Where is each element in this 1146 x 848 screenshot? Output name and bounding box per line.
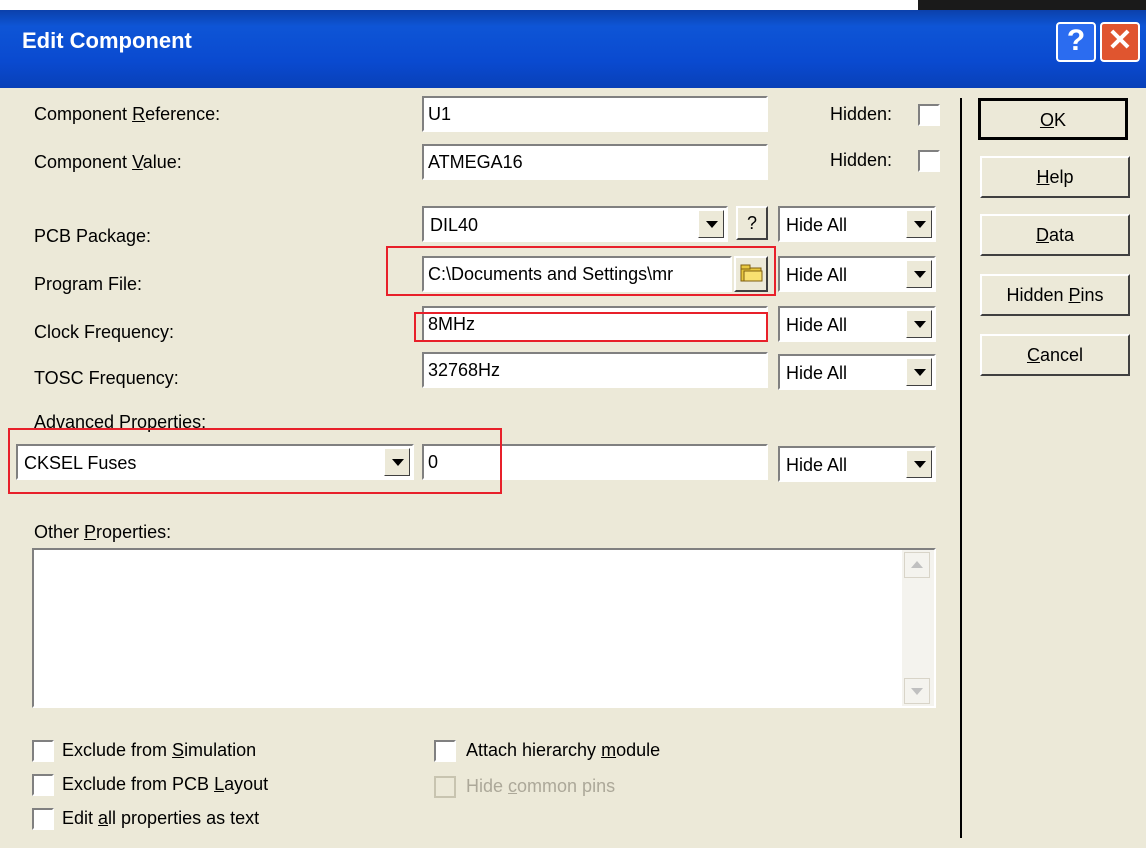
component-reference-input[interactable]: U1 xyxy=(422,96,768,132)
exclude-pcb-layout-label: Exclude from PCB Layout xyxy=(62,774,269,794)
textarea-scrollbar[interactable] xyxy=(902,550,934,706)
reference-hidden-checkbox[interactable] xyxy=(918,104,940,126)
component-value-input[interactable]: ATMEGA16 xyxy=(422,144,768,180)
exclude-pcb-layout-checkbox[interactable] xyxy=(32,774,54,796)
visibility-value: Hide All xyxy=(786,455,848,475)
window-title: Edit Component xyxy=(22,28,192,53)
data-button[interactable]: Data xyxy=(980,214,1130,256)
hide-common-pins-label: Hide common pins xyxy=(466,776,616,796)
program-file-label: Program File: xyxy=(34,274,143,294)
highlight-annotation xyxy=(386,246,776,296)
pcb-package-label: PCB Package: xyxy=(34,226,152,246)
ok-button[interactable]: OK xyxy=(978,98,1128,140)
cancel-button[interactable]: Cancel xyxy=(980,334,1130,376)
visibility-value: Hide All xyxy=(786,265,848,285)
visibility-value: Hide All xyxy=(786,315,848,335)
value-hidden-checkbox[interactable] xyxy=(918,150,940,172)
edit-all-as-text-label: Edit all properties as text xyxy=(62,808,260,828)
attach-hierarchy-label: Attach hierarchy module xyxy=(466,740,661,760)
highlight-annotation xyxy=(8,428,502,494)
clock-frequency-label: Clock Frequency: xyxy=(34,322,175,342)
edit-all-as-text-checkbox[interactable] xyxy=(32,808,54,830)
tosc-frequency-label: TOSC Frequency: xyxy=(34,368,179,388)
hidden-label: Hidden: xyxy=(830,104,893,124)
pcb-package-visibility-select[interactable]: Hide All xyxy=(778,206,936,242)
component-reference-label: Component Reference: xyxy=(34,104,221,124)
help-icon[interactable]: ? xyxy=(1056,22,1096,62)
help-button[interactable]: Help xyxy=(980,156,1130,198)
scroll-up-icon[interactable] xyxy=(904,552,930,578)
chevron-down-icon[interactable] xyxy=(906,210,932,238)
exclude-simulation-checkbox[interactable] xyxy=(32,740,54,762)
highlight-annotation xyxy=(414,312,768,342)
other-properties-label: Other Properties: xyxy=(34,522,172,542)
clock-frequency-visibility-select[interactable]: Hide All xyxy=(778,306,936,342)
hidden-label: Hidden: xyxy=(830,150,893,170)
advanced-property-visibility-select[interactable]: Hide All xyxy=(778,446,936,482)
vertical-divider xyxy=(960,98,962,838)
other-properties-textarea[interactable] xyxy=(32,548,936,708)
exclude-simulation-label: Exclude from Simulation xyxy=(62,740,257,760)
program-file-visibility-select[interactable]: Hide All xyxy=(778,256,936,292)
chevron-down-icon[interactable] xyxy=(906,310,932,338)
hide-common-pins-checkbox xyxy=(434,776,456,798)
scroll-down-icon[interactable] xyxy=(904,678,930,704)
component-value-label: Component Value: xyxy=(34,152,182,172)
hidden-pins-button[interactable]: Hidden Pins xyxy=(980,274,1130,316)
tosc-frequency-input[interactable]: 32768Hz xyxy=(422,352,768,388)
chevron-down-icon[interactable] xyxy=(906,450,932,478)
chevron-down-icon[interactable] xyxy=(698,210,724,238)
visibility-value: Hide All xyxy=(786,363,848,383)
visibility-value: Hide All xyxy=(786,215,848,235)
chevron-down-icon[interactable] xyxy=(906,260,932,288)
screen-strip-dark xyxy=(918,0,1146,10)
close-icon[interactable]: ✕ xyxy=(1100,22,1140,62)
pcb-package-value: DIL40 xyxy=(430,215,479,235)
pcb-package-help-button[interactable]: ? xyxy=(736,206,768,240)
pcb-package-select[interactable]: DIL40 xyxy=(422,206,728,242)
tosc-frequency-visibility-select[interactable]: Hide All xyxy=(778,354,936,390)
chevron-down-icon[interactable] xyxy=(906,358,932,386)
attach-hierarchy-checkbox[interactable] xyxy=(434,740,456,762)
